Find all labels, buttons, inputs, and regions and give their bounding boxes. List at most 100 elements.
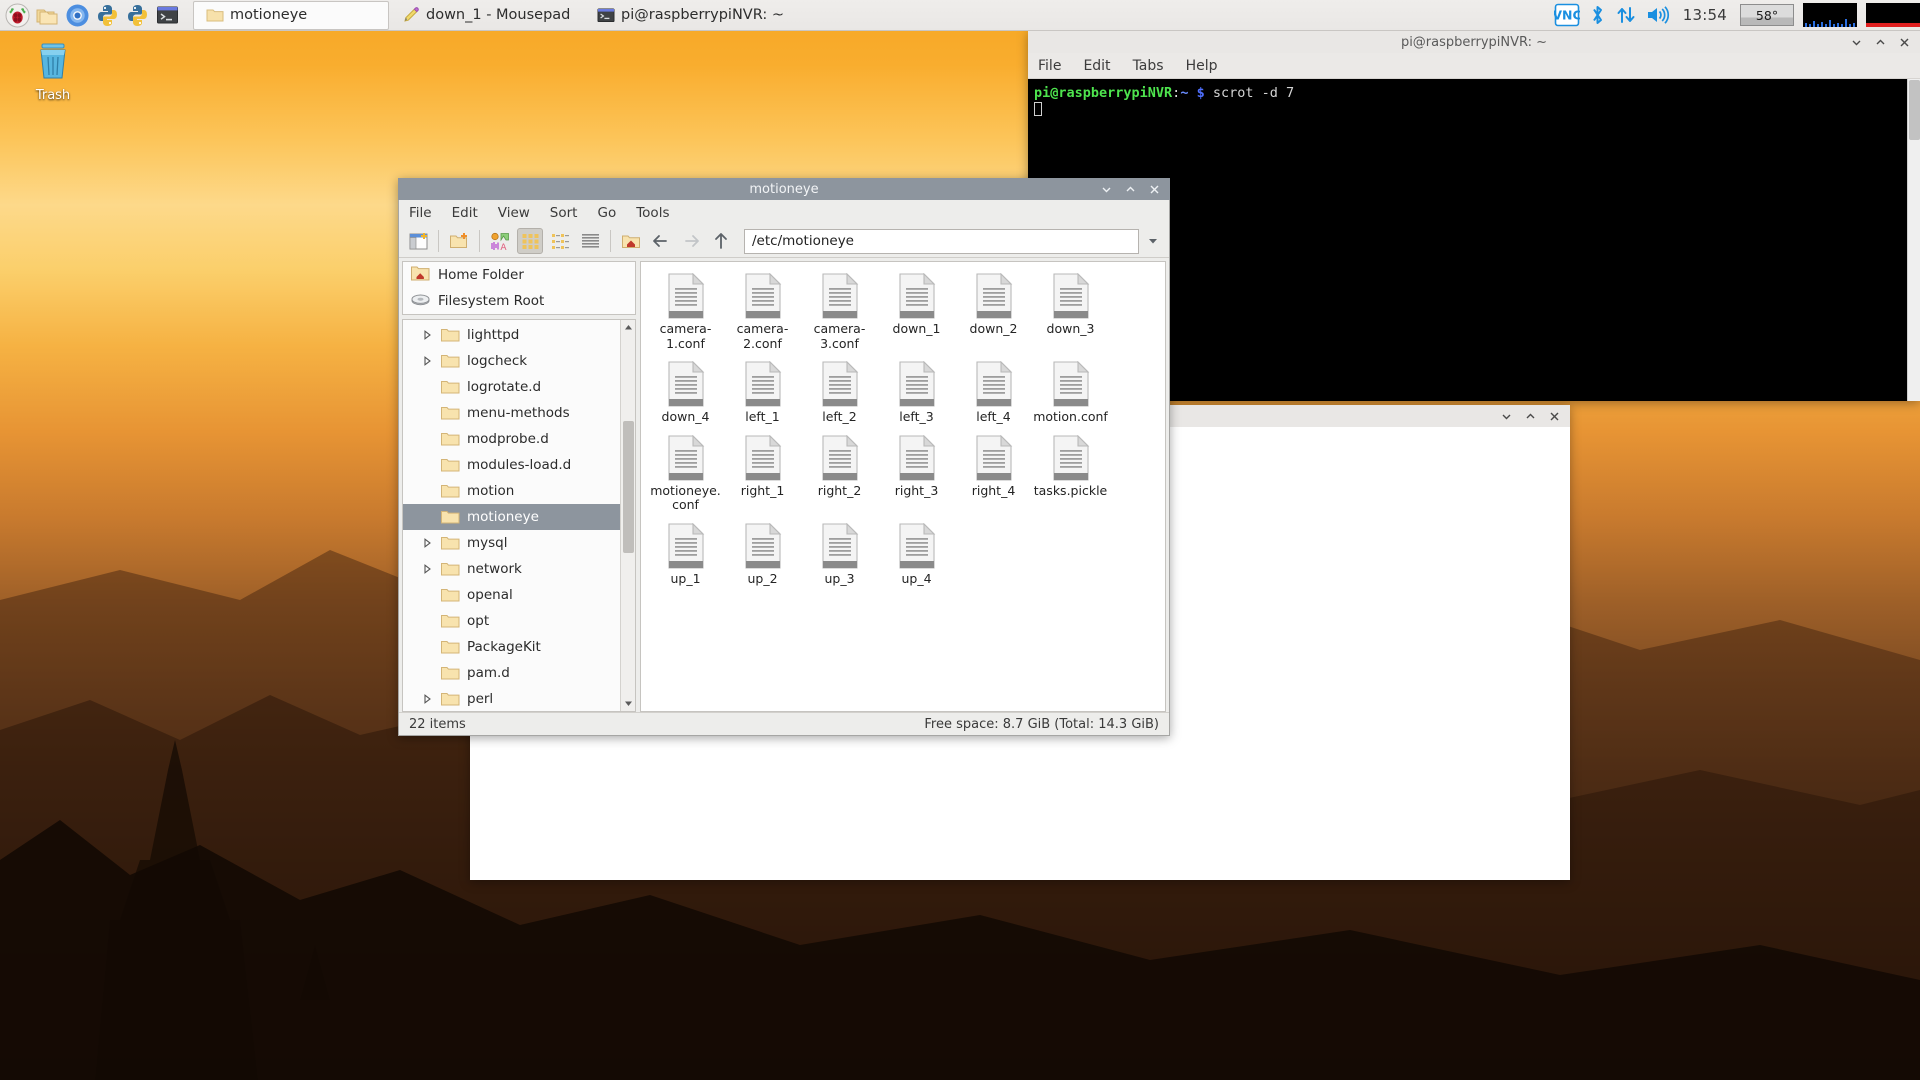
up-button[interactable] [708, 228, 734, 254]
file-item[interactable]: left_1 [724, 359, 801, 425]
path-dropdown-button[interactable] [1143, 229, 1163, 254]
chevron-right-icon[interactable] [419, 564, 435, 574]
file-item[interactable]: left_4 [955, 359, 1032, 425]
file-item[interactable]: up_2 [724, 521, 801, 587]
close-button[interactable] [1548, 410, 1561, 423]
tree-item-mysql[interactable]: mysql [403, 530, 635, 556]
tree-item-pam-d[interactable]: pam.d [403, 660, 635, 686]
tree-item-packagekit[interactable]: PackageKit [403, 634, 635, 660]
icon-view-button[interactable] [517, 228, 543, 254]
chevron-right-icon[interactable] [419, 330, 435, 340]
file-item[interactable]: tasks.pickle [1032, 433, 1109, 513]
file-manager-titlebar[interactable]: motioneye [398, 178, 1170, 200]
terminal-scrollbar-thumb[interactable] [1909, 80, 1920, 140]
menu-edit[interactable]: Edit [452, 205, 478, 221]
minimize-button[interactable] [1500, 410, 1513, 423]
cpu-temperature-monitor[interactable]: 58° [1740, 4, 1794, 26]
sidebar-place-home[interactable]: Home Folder [403, 262, 635, 288]
file-list-pane[interactable]: camera-1.conf camera-2.conf camera-3.conf d… [640, 261, 1166, 712]
file-item[interactable]: right_2 [801, 433, 878, 513]
tree-item-logcheck[interactable]: logcheck [403, 348, 635, 374]
volume-icon[interactable] [1646, 4, 1670, 26]
new-tab-button[interactable] [405, 228, 431, 254]
compact-view-button[interactable] [547, 228, 573, 254]
tree-scrollbar[interactable] [620, 320, 635, 711]
file-item[interactable]: up_3 [801, 521, 878, 587]
tree-item-lighttpd[interactable]: lighttpd [403, 322, 635, 348]
tree-scroll-track[interactable] [621, 335, 636, 696]
directory-tree[interactable]: lighttpd logcheck logrotate.d menu-methods m… [402, 319, 636, 712]
taskbar-window-terminal[interactable]: pi@raspberrypiNVR: ~ [584, 1, 788, 30]
path-input[interactable]: /etc/motioneye [744, 228, 1139, 254]
file-item[interactable]: down_4 [647, 359, 724, 425]
terminal-scrollbar[interactable] [1907, 79, 1920, 401]
python-idle-icon[interactable] [93, 1, 121, 29]
chevron-right-icon[interactable] [419, 538, 435, 548]
chevron-right-icon[interactable] [419, 356, 435, 366]
terminal-icon[interactable] [153, 1, 181, 29]
back-button[interactable] [648, 228, 674, 254]
tree-item-motioneye[interactable]: motioneye [403, 504, 635, 530]
menu-edit[interactable]: Edit [1083, 58, 1110, 74]
taskbar-window-motioneye[interactable]: motioneye [193, 0, 389, 30]
file-item[interactable]: motion.conf [1032, 359, 1109, 425]
menu-tabs[interactable]: Tabs [1133, 58, 1164, 74]
file-item[interactable]: camera-2.conf [724, 271, 801, 351]
maximize-button[interactable] [1124, 183, 1137, 196]
home-button[interactable] [618, 228, 644, 254]
tree-scroll-up-button[interactable] [621, 320, 636, 335]
network-icon[interactable] [1615, 4, 1637, 26]
sidebar-place-filesystem[interactable]: Filesystem Root [403, 288, 635, 314]
file-item[interactable]: up_1 [647, 521, 724, 587]
file-item[interactable]: left_2 [801, 359, 878, 425]
close-button[interactable] [1148, 183, 1161, 196]
desktop-icon-trash[interactable]: Trash [22, 38, 84, 103]
file-item[interactable]: camera-3.conf [801, 271, 878, 351]
file-manager-icon[interactable] [33, 1, 61, 29]
tree-item-network[interactable]: network [403, 556, 635, 582]
menu-go[interactable]: Go [597, 205, 616, 221]
python-thonny-icon[interactable] [123, 1, 151, 29]
cpu-usage-graph[interactable] [1803, 3, 1857, 27]
minimize-button[interactable] [1850, 36, 1863, 49]
tree-item-logrotate-d[interactable]: logrotate.d [403, 374, 635, 400]
clock[interactable]: 13:54 [1679, 6, 1731, 24]
tree-item-motion[interactable]: motion [403, 478, 635, 504]
vnc-icon[interactable]: VNC [1554, 3, 1580, 27]
tree-item-modules-load-d[interactable]: modules-load.d [403, 452, 635, 478]
terminal-titlebar[interactable]: pi@raspberrypiNVR: ~ [1028, 31, 1920, 53]
tree-item-opt[interactable]: opt [403, 608, 635, 634]
forward-button[interactable] [678, 228, 704, 254]
chromium-icon[interactable] [63, 1, 91, 29]
maximize-button[interactable] [1874, 36, 1887, 49]
file-item[interactable]: down_3 [1032, 271, 1109, 351]
menu-help[interactable]: Help [1186, 58, 1218, 74]
file-item[interactable]: down_1 [878, 271, 955, 351]
close-button[interactable] [1898, 36, 1911, 49]
memory-usage-graph[interactable] [1866, 3, 1920, 27]
file-item[interactable]: down_2 [955, 271, 1032, 351]
raspberry-pi-menu-icon[interactable] [3, 1, 31, 29]
tree-item-menu-methods[interactable]: menu-methods [403, 400, 635, 426]
minimize-button[interactable] [1100, 183, 1113, 196]
file-item[interactable]: right_3 [878, 433, 955, 513]
bluetooth-icon[interactable] [1589, 4, 1606, 26]
file-item[interactable]: left_3 [878, 359, 955, 425]
file-item[interactable]: motioneye.conf [647, 433, 724, 513]
tree-item-modprobe-d[interactable]: modprobe.d [403, 426, 635, 452]
menu-tools[interactable]: Tools [636, 205, 669, 221]
chevron-right-icon[interactable] [419, 694, 435, 704]
new-folder-button[interactable] [446, 228, 472, 254]
file-item[interactable]: right_4 [955, 433, 1032, 513]
file-item[interactable]: right_1 [724, 433, 801, 513]
maximize-button[interactable] [1524, 410, 1537, 423]
taskbar-window-mousepad[interactable]: down_1 - Mousepad [389, 1, 584, 30]
file-item[interactable]: camera-1.conf [647, 271, 724, 351]
tree-scroll-down-button[interactable] [621, 696, 636, 711]
tree-item-openal[interactable]: openal [403, 582, 635, 608]
tree-item-perl[interactable]: perl [403, 686, 635, 711]
view-thumbnails-button[interactable]: A [487, 228, 513, 254]
menu-file[interactable]: File [1038, 58, 1061, 74]
detailed-list-view-button[interactable] [577, 228, 603, 254]
tree-scroll-thumb[interactable] [622, 421, 634, 553]
